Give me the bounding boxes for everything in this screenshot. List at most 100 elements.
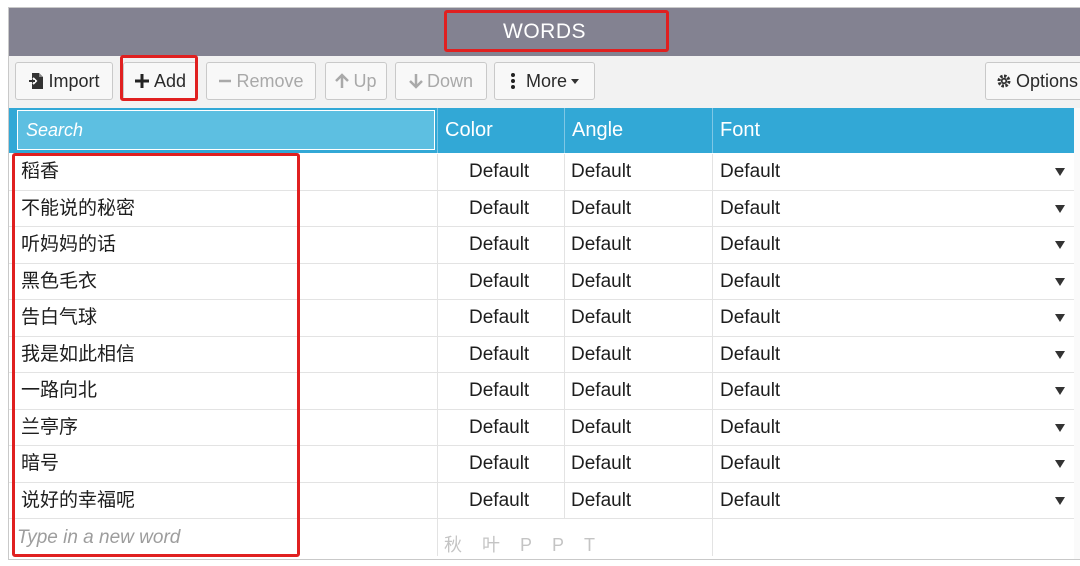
column-header-color[interactable]: Color	[437, 108, 564, 153]
chevron-down-icon[interactable]	[1055, 387, 1065, 395]
font-value: Default	[720, 489, 781, 511]
font-cell[interactable]: Default	[712, 409, 1075, 445]
plus-icon	[134, 73, 150, 89]
font-value: Default	[720, 416, 781, 438]
add-button[interactable]: Add	[123, 62, 197, 100]
word-cell[interactable]: 听妈妈的话	[9, 227, 437, 263]
angle-cell[interactable]: Default	[564, 409, 712, 445]
chevron-down-icon[interactable]	[1055, 496, 1065, 505]
chevron-down-icon[interactable]	[1055, 460, 1065, 468]
word-cell[interactable]: 暗号	[9, 446, 437, 482]
font-value: Default	[720, 307, 781, 328]
column-divider	[437, 519, 438, 556]
table-row[interactable]: 黑色毛衣 Default Default Default	[9, 263, 1075, 300]
table-row[interactable]: 告白气球 Default Default Default	[9, 300, 1075, 337]
font-value: Default	[720, 380, 781, 401]
remove-button[interactable]: Remove	[206, 62, 316, 100]
font-value: Default	[720, 453, 781, 474]
arrow-up-icon	[335, 73, 350, 89]
font-cell[interactable]: Default	[712, 482, 1075, 518]
color-cell[interactable]: Default	[437, 482, 564, 518]
font-cell[interactable]: Default	[712, 446, 1075, 482]
word-cell[interactable]: 说好的幸福呢	[9, 483, 437, 519]
toolbar: Import Add Remove Up Down More Options	[9, 56, 1080, 109]
color-cell[interactable]: Default	[437, 190, 564, 226]
color-cell[interactable]: Default	[437, 300, 564, 336]
font-cell[interactable]: Default	[712, 190, 1075, 226]
word-cell[interactable]: 告白气球	[9, 300, 437, 336]
chevron-down-icon[interactable]	[1055, 204, 1065, 213]
column-divider	[712, 519, 713, 556]
vertical-ellipsis-icon	[510, 72, 516, 90]
table-row[interactable]: 我是如此相信 Default Default Default	[9, 336, 1075, 373]
remove-button-label: Remove	[236, 70, 304, 91]
angle-cell[interactable]: Default	[564, 263, 712, 299]
angle-cell[interactable]: Default	[564, 154, 712, 190]
search-input[interactable]	[17, 110, 435, 150]
font-cell[interactable]: Default	[712, 227, 1075, 263]
word-cell[interactable]: 兰亭序	[9, 410, 437, 446]
column-header-angle[interactable]: Angle	[564, 108, 712, 153]
angle-cell[interactable]: Default	[564, 300, 712, 336]
more-button-label: More	[525, 70, 567, 91]
new-word-input[interactable]	[15, 522, 299, 554]
up-button[interactable]: Up	[325, 62, 387, 100]
table-row[interactable]: 听妈妈的话 Default Default Default	[9, 227, 1075, 264]
chevron-down-icon[interactable]	[1055, 241, 1065, 249]
font-cell[interactable]: Default	[712, 154, 1075, 190]
chevron-down-icon[interactable]	[1055, 314, 1065, 322]
word-cell[interactable]: 不能说的秘密	[9, 191, 437, 227]
watermark: 秋叶PPT	[444, 535, 616, 555]
table-row[interactable]: 不能说的秘密 Default Default Default	[9, 190, 1075, 227]
color-cell[interactable]: Default	[437, 336, 564, 372]
title-bar: WORDS	[9, 8, 1080, 56]
angle-cell[interactable]: Default	[564, 446, 712, 482]
font-cell[interactable]: Default	[712, 373, 1075, 409]
color-cell[interactable]: Default	[437, 227, 564, 263]
chevron-down-icon[interactable]	[1055, 277, 1065, 286]
up-button-label: Up	[353, 70, 377, 91]
table-row[interactable]: 稻香 Default Default Default	[9, 154, 1075, 191]
table-row[interactable]: 兰亭序 Default Default Default	[9, 409, 1075, 446]
font-cell[interactable]: Default	[712, 263, 1075, 299]
color-cell[interactable]: Default	[437, 154, 564, 190]
table-header: Color Angle Font	[9, 108, 1075, 153]
angle-cell[interactable]: Default	[564, 190, 712, 226]
words-window: WORDS Import Add Remove Up Down More Opt…	[8, 7, 1080, 560]
font-cell[interactable]: Default	[712, 300, 1075, 336]
chevron-down-icon[interactable]	[1055, 423, 1065, 432]
angle-cell[interactable]: Default	[564, 336, 712, 372]
import-icon	[28, 72, 44, 90]
table-row[interactable]: 一路向北 Default Default Default	[9, 373, 1075, 410]
word-cell[interactable]: 稻香	[9, 154, 437, 190]
words-table: 稻香 Default Default Default 不能说的秘密 Default Defa…	[9, 154, 1075, 556]
more-dropdown-button[interactable]: More	[494, 62, 595, 100]
angle-cell[interactable]: Default	[564, 373, 712, 409]
font-value: Default	[720, 161, 781, 182]
angle-cell[interactable]: Default	[564, 482, 712, 518]
import-button[interactable]: Import	[15, 62, 113, 100]
minus-icon	[218, 74, 232, 88]
color-cell[interactable]: Default	[437, 446, 564, 482]
down-button[interactable]: Down	[395, 62, 487, 100]
table-row[interactable]: 说好的幸福呢 Default Default Default	[9, 482, 1075, 519]
angle-cell[interactable]: Default	[564, 227, 712, 263]
chevron-down-icon[interactable]	[1055, 168, 1065, 176]
table-row[interactable]: 暗号 Default Default Default	[9, 446, 1075, 483]
options-button[interactable]: Options	[985, 62, 1080, 100]
font-value: Default	[720, 343, 781, 365]
column-header-font[interactable]: Font	[712, 108, 1075, 153]
word-cell[interactable]: 一路向北	[9, 373, 437, 409]
color-cell[interactable]: Default	[437, 409, 564, 445]
chevron-down-icon[interactable]	[1055, 350, 1065, 359]
color-cell[interactable]: Default	[437, 373, 564, 409]
scrollbar[interactable]	[1074, 108, 1080, 559]
gear-icon	[996, 73, 1012, 89]
font-value: Default	[720, 234, 781, 255]
word-cell[interactable]: 黑色毛衣	[9, 264, 437, 300]
down-button-label: Down	[426, 70, 474, 91]
color-cell[interactable]: Default	[437, 263, 564, 299]
window-title: WORDS	[503, 20, 586, 43]
word-cell[interactable]: 我是如此相信	[9, 337, 437, 373]
font-cell[interactable]: Default	[712, 336, 1075, 372]
